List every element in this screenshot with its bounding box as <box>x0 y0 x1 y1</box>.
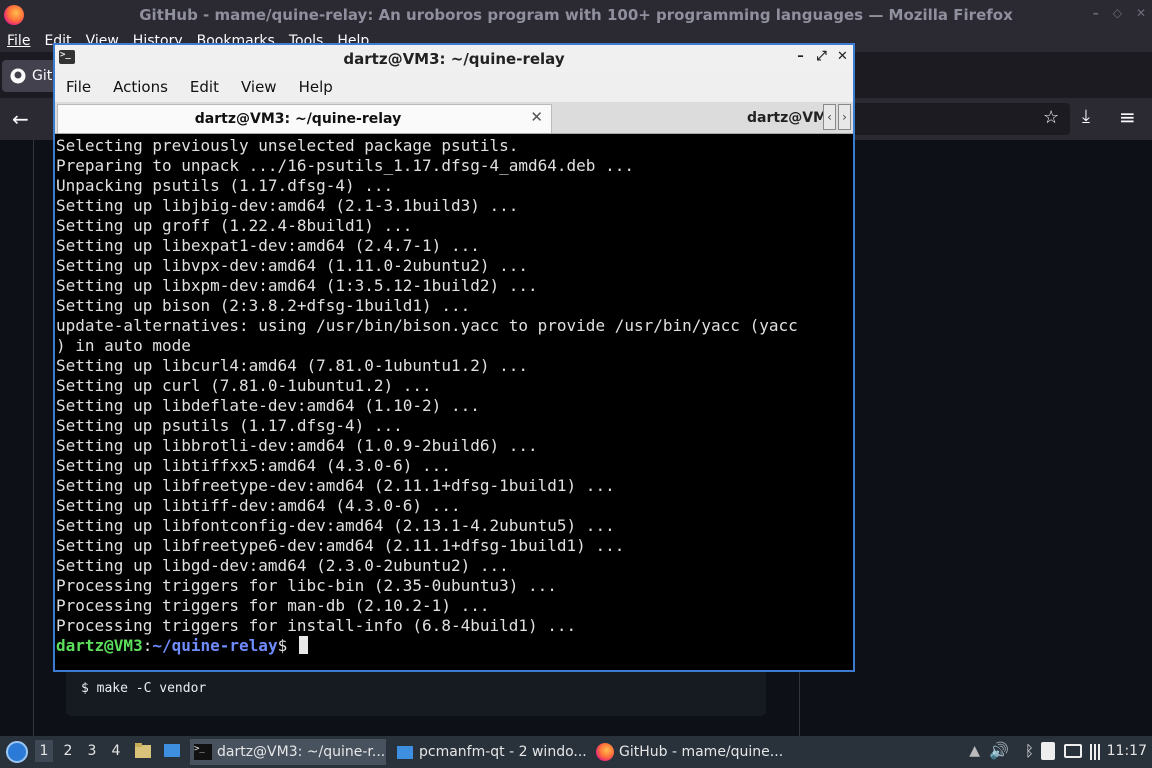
prompt-separator: : <box>142 636 153 655</box>
terminal-output-line: Setting up bison (2:3.8.2+dfsg-1build1) … <box>56 296 471 315</box>
terminal-output-line: Setting up libtiffxx5:amd64 (4.3.0-6) ..… <box>56 456 451 475</box>
terminal-menu-view[interactable]: View <box>230 78 288 96</box>
tab-scroll-arrows: ‹ › <box>823 104 851 130</box>
terminal-output-line: Setting up psutils (1.17.dfsg-4) ... <box>56 416 403 435</box>
taskbar-task-label: dartz@VM3: ~/quine-r... <box>217 744 386 760</box>
terminal-menubar: File Actions Edit View Help <box>55 72 853 102</box>
terminal-cursor <box>298 636 308 654</box>
taskbar: 1 2 3 4 >_ dartz@VM3: ~/quine-r... pcman… <box>0 736 1152 768</box>
workspace-1[interactable]: 1 <box>35 740 53 762</box>
firefox-window-title: GitHub - mame/quine-relay: An uroboros p… <box>139 6 1013 24</box>
menu-file[interactable]: File <box>7 33 30 49</box>
terminal-tab-label: dartz@VM3: ~ <box>747 110 825 126</box>
terminal-output-line: Setting up libjbig-dev:amd64 (2.1-3.1bui… <box>56 196 519 215</box>
terminal-output[interactable]: Selecting previously unselected package … <box>56 136 852 670</box>
terminal-output-line: Processing triggers for libc-bin (2.35-0… <box>56 576 557 595</box>
terminal-titlebar: >_ dartz@VM3: ~/quine-relay – ⤢ ✕ <box>55 45 853 72</box>
terminal-window-title: dartz@VM3: ~/quine-relay <box>343 50 565 68</box>
firefox-titlebar: GitHub - mame/quine-relay: An uroboros p… <box>0 0 1152 30</box>
terminal-output-line: Setting up libtiff-dev:amd64 (4.3.0-6) .… <box>56 496 461 515</box>
prompt-line: dartz@VM3:~/quine-relay$ <box>56 636 308 655</box>
hamburger-menu-icon[interactable]: ≡ <box>1119 105 1136 129</box>
terminal-output-line: Setting up libfreetype6-dev:amd64 (2.11.… <box>56 536 625 555</box>
terminal-output-line: Setting up libxpm-dev:amd64 (1:3.5.12-1b… <box>56 276 538 295</box>
folder-icon <box>397 746 413 759</box>
upload-icon[interactable]: ▲ <box>969 743 980 759</box>
terminal-output-line: Setting up libfreetype-dev:amd64 (2.11.1… <box>56 476 615 495</box>
terminal-tab-active[interactable]: dartz@VM3: ~/quine-relay ✕ <box>57 104 552 133</box>
file-manager-icon[interactable] <box>134 742 152 760</box>
terminal-output-line: Preparing to unpack .../16-psutils_1.17.… <box>56 156 634 175</box>
terminal-output-line: Setting up curl (7.81.0-1ubuntu1.2) ... <box>56 376 432 395</box>
download-icon[interactable]: ⤓ <box>1082 106 1090 127</box>
terminal-window: >_ dartz@VM3: ~/quine-relay – ⤢ ✕ File A… <box>53 43 855 672</box>
close-icon[interactable]: ✕ <box>836 49 849 64</box>
network-icon[interactable] <box>1090 744 1102 760</box>
show-desktop-icon[interactable] <box>163 742 181 760</box>
chevron-left-icon[interactable]: ‹ <box>823 104 836 130</box>
keyboard-icon[interactable] <box>1064 744 1082 758</box>
terminal-output-lines: Selecting previously unselected package … <box>56 136 798 635</box>
terminal-output-line: Setting up libgd-dev:amd64 (2.3.0-2ubunt… <box>56 556 509 575</box>
terminal-window-controls: – ⤢ ✕ <box>794 49 849 64</box>
clipboard-icon[interactable] <box>1041 742 1055 760</box>
terminal-output-line: Setting up libdeflate-dev:amd64 (1.10-2)… <box>56 396 480 415</box>
minimize-icon[interactable]: – <box>1093 6 1099 20</box>
terminal-tab-label: dartz@VM3: ~/quine-relay <box>194 111 402 127</box>
prompt-symbol: $ <box>277 636 297 655</box>
bookmark-star-icon[interactable]: ☆ <box>1043 107 1059 128</box>
firefox-window-controls: – ◇ ✕ <box>1093 6 1146 20</box>
firefox-tab-label: Git <box>32 68 53 84</box>
bluetooth-icon[interactable]: ᛒ <box>1025 742 1034 760</box>
terminal-menu-help[interactable]: Help <box>288 78 344 96</box>
github-icon <box>10 68 26 84</box>
terminal-output-line: Setting up libfontconfig-dev:amd64 (2.13… <box>56 516 615 535</box>
prompt-path: ~/quine-relay <box>152 636 278 655</box>
terminal-menu-actions[interactable]: Actions <box>102 78 179 96</box>
terminal-output-line: Unpacking psutils (1.17.dfsg-4) ... <box>56 176 394 195</box>
taskbar-task-label: pcmanfm-qt - 2 windo... <box>419 744 587 760</box>
workspace-3[interactable]: 3 <box>83 743 101 759</box>
terminal-output-line: update-alternatives: using /usr/bin/biso… <box>56 316 798 335</box>
terminal-output-line: Selecting previously unselected package … <box>56 136 519 155</box>
terminal-tab-inactive[interactable]: dartz@VM3: ~ <box>555 106 825 133</box>
terminal-output-line: Setting up groff (1.22.4-8build1) ... <box>56 216 413 235</box>
readme-code-line: $ make -C vendor <box>81 681 207 696</box>
minimize-icon[interactable]: – <box>794 49 807 64</box>
taskbar-task-file-manager[interactable]: pcmanfm-qt - 2 windo... <box>392 739 588 765</box>
taskbar-task-terminal[interactable]: >_ dartz@VM3: ~/quine-r... <box>190 739 386 765</box>
terminal-output-line: Setting up libbrotli-dev:amd64 (1.0.9-2b… <box>56 436 538 455</box>
volume-icon[interactable]: 🔊 <box>989 741 1009 760</box>
taskbar-task-label: GitHub - mame/quine... <box>619 744 784 760</box>
terminal-tabbar: dartz@VM3: ~/quine-relay ✕ dartz@VM3: ~ … <box>55 102 853 134</box>
workspace-2[interactable]: 2 <box>59 743 77 759</box>
terminal-output-line: Setting up libvpx-dev:amd64 (1.11.0-2ubu… <box>56 256 529 275</box>
terminal-menu-edit[interactable]: Edit <box>179 78 230 96</box>
terminal-output-line: Setting up libcurl4:amd64 (7.81.0-1ubunt… <box>56 356 529 375</box>
terminal-output-line: Setting up libexpat1-dev:amd64 (2.4.7-1)… <box>56 236 480 255</box>
terminal-menu-file[interactable]: File <box>55 78 102 96</box>
terminal-output-line: ) in auto mode <box>56 336 191 355</box>
close-icon[interactable]: ✕ <box>1136 6 1146 20</box>
clock[interactable]: 11:17 <box>1107 743 1147 759</box>
close-tab-icon[interactable]: ✕ <box>530 108 543 126</box>
maximize-icon[interactable]: ◇ <box>1113 6 1122 20</box>
maximize-icon[interactable]: ⤢ <box>815 49 828 64</box>
terminal-output-line: Processing triggers for install-info (6.… <box>56 616 577 635</box>
prompt-user: dartz@VM3 <box>56 636 143 655</box>
workspace-4[interactable]: 4 <box>107 743 125 759</box>
terminal-icon: >_ <box>194 744 212 760</box>
terminal-output-line: Processing triggers for man-db (2.10.2-1… <box>56 596 490 615</box>
taskbar-task-firefox[interactable]: GitHub - mame/quine... <box>592 739 788 765</box>
chevron-right-icon[interactable]: › <box>838 104 851 130</box>
firefox-logo-icon <box>596 743 614 761</box>
back-arrow-icon[interactable]: ← <box>12 107 29 131</box>
start-menu-icon[interactable] <box>6 741 28 763</box>
